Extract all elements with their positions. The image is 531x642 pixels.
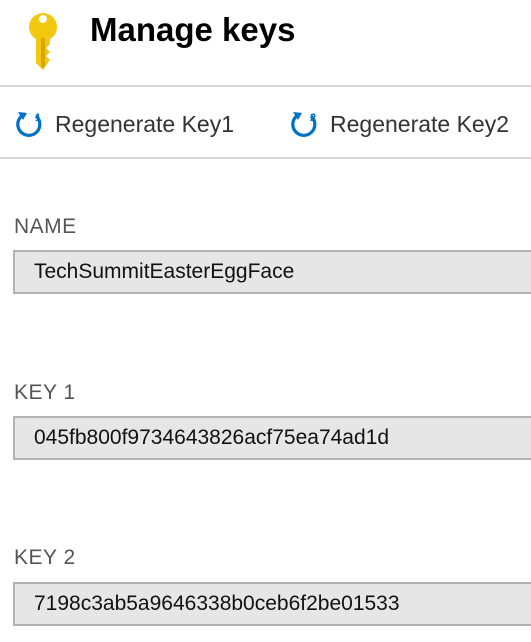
name-label: NAME: [14, 215, 77, 238]
regenerate-key1-button[interactable]: 1 Regenerate Key1: [15, 107, 234, 141]
svg-text:2: 2: [310, 112, 316, 124]
key-icon: [29, 13, 57, 70]
blade-header: Manage keys: [0, 0, 531, 85]
key1-field[interactable]: 045fb800f9734643826acf75ea74ad1d: [13, 416, 531, 460]
regenerate-key2-button[interactable]: 2 Regenerate Key2: [290, 107, 509, 141]
regenerate-key2-label: Regenerate Key2: [330, 110, 510, 137]
toolbar-divider: [0, 157, 531, 159]
regenerate-key1-label: Regenerate Key1: [55, 110, 235, 137]
svg-text:1: 1: [35, 112, 41, 124]
key1-label: KEY 1: [14, 381, 76, 404]
key2-label: KEY 2: [14, 546, 76, 569]
command-bar: 1 Regenerate Key1 2 Regenerate Key2: [0, 87, 531, 157]
key2-field[interactable]: 7198c3ab5a9646338b0ceb6f2be01533: [13, 582, 531, 626]
page-title: Manage keys: [90, 11, 296, 48]
refresh-1-icon: 1: [16, 112, 42, 137]
name-field[interactable]: TechSummitEasterEggFace: [13, 250, 531, 294]
refresh-2-icon: 2: [291, 112, 317, 137]
